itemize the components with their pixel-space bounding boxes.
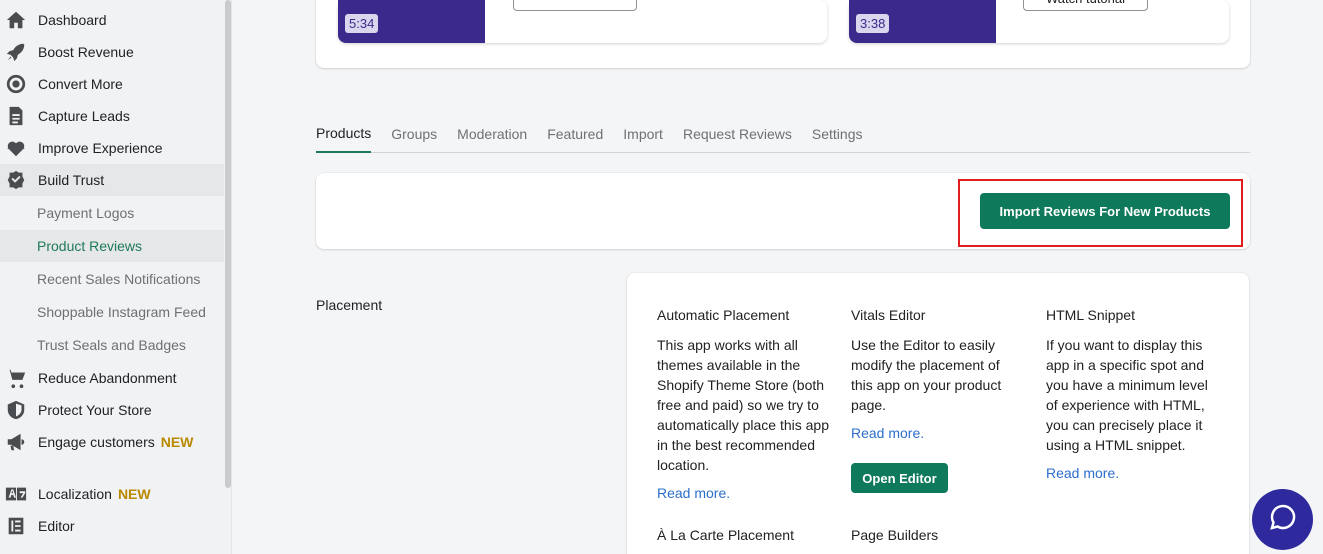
video-button[interactable] — [513, 0, 637, 11]
video-thumbnail[interactable]: 5:34 — [338, 0, 485, 43]
sidebar-item-build-trust[interactable]: Build Trust — [0, 164, 224, 196]
highlight-annotation — [958, 179, 1243, 247]
video-thumbnail[interactable]: 3:38 — [849, 0, 996, 43]
tab-featured[interactable]: Featured — [547, 118, 603, 153]
tab-request-reviews[interactable]: Request Reviews — [683, 118, 792, 153]
sidebar-item-editor[interactable]: Editor — [0, 510, 224, 542]
sidebar-subitem-label: Recent Sales Notifications — [37, 271, 201, 287]
sidebar-item-label: Convert More — [38, 76, 123, 92]
read-more-link[interactable]: Read more. — [851, 423, 1021, 443]
video-section: 5:34 3:38 Watch tutorial — [316, 0, 1250, 68]
sidebar-subitem-label: Product Reviews — [37, 238, 143, 254]
video-card[interactable]: 5:34 — [338, 0, 827, 43]
sidebar-item-engage-customers[interactable]: Engage customers NEW — [0, 426, 224, 458]
sidebar-item-protect-store[interactable]: Protect Your Store — [0, 394, 224, 426]
sidebar-item-label: Capture Leads — [38, 108, 130, 124]
sidebar-item-label: Dashboard — [38, 12, 107, 28]
tab-bar: Products Groups Moderation Featured Impo… — [316, 118, 1250, 153]
watch-tutorial-button[interactable]: Watch tutorial — [1023, 0, 1148, 11]
video-duration: 5:34 — [345, 14, 379, 33]
sidebar-item-label: Improve Experience — [38, 140, 163, 156]
editor-icon — [0, 515, 38, 537]
sidebar-item-improve-experience[interactable]: Improve Experience — [0, 132, 224, 164]
target-icon — [0, 73, 38, 95]
tab-settings[interactable]: Settings — [812, 118, 863, 153]
sidebar-item-convert-more[interactable]: Convert More — [0, 68, 224, 100]
translate-icon — [0, 483, 38, 505]
html-snippet-column: HTML Snippet If you want to display this… — [1046, 305, 1216, 483]
column-body: If you want to display this app in a spe… — [1046, 337, 1208, 453]
automatic-placement-column: Automatic Placement This app works with … — [657, 305, 833, 503]
sidebar-item-label: Build Trust — [38, 172, 105, 188]
new-badge: NEW — [117, 486, 151, 502]
column-body: Use the Editor to easily modify the plac… — [851, 337, 1002, 413]
open-editor-button[interactable]: Open Editor — [851, 463, 948, 493]
sidebar-subitem-trust-seals[interactable]: Trust Seals and Badges — [0, 329, 224, 361]
rocket-icon — [0, 41, 38, 63]
sidebar-item-boost-revenue[interactable]: Boost Revenue — [0, 36, 224, 68]
sidebar-item-label: Reduce Abandonment — [38, 370, 177, 386]
video-duration: 3:38 — [856, 14, 890, 33]
column-title: HTML Snippet — [1046, 307, 1135, 323]
shield-icon — [0, 399, 38, 421]
sidebar-item-reduce-abandonment[interactable]: Reduce Abandonment — [0, 362, 224, 394]
sidebar-subitem-label: Shoppable Instagram Feed — [37, 304, 206, 320]
home-icon — [0, 9, 38, 31]
cart-icon — [0, 367, 38, 389]
megaphone-icon — [0, 431, 38, 453]
document-icon — [0, 105, 38, 127]
sidebar-subitem-label: Payment Logos — [37, 205, 135, 221]
column-body: This app works with all themes available… — [657, 337, 829, 473]
new-badge: NEW — [160, 434, 194, 450]
column-title: Automatic Placement — [657, 307, 790, 323]
sidebar-item-label: Protect Your Store — [38, 402, 152, 418]
verified-badge-icon — [0, 169, 38, 191]
chat-support-button[interactable] — [1252, 489, 1313, 550]
placement-label: Placement — [316, 297, 383, 313]
heartbeat-icon — [0, 137, 38, 159]
read-more-link[interactable]: Read more. — [657, 483, 833, 503]
sidebar-item-label: Engage customers — [38, 434, 155, 450]
sidebar-subitem-payment-logos[interactable]: Payment Logos — [0, 197, 224, 229]
chat-icon — [1269, 503, 1297, 536]
video-card[interactable]: 3:38 Watch tutorial — [849, 0, 1229, 43]
sidebar-subitem-recent-sales[interactable]: Recent Sales Notifications — [0, 263, 224, 295]
tab-products[interactable]: Products — [316, 118, 372, 153]
sidebar-subitem-product-reviews[interactable]: Product Reviews — [0, 230, 224, 262]
sidebar-subitem-label: Trust Seals and Badges — [37, 337, 186, 353]
sidebar-item-localization[interactable]: Localization NEW — [0, 478, 224, 510]
sidebar: Dashboard Boost Revenue Convert More Cap… — [0, 0, 232, 554]
sidebar-item-dashboard[interactable]: Dashboard — [0, 4, 224, 36]
a-la-carte-title: À La Carte Placement — [657, 527, 794, 543]
sidebar-item-label: Editor — [38, 518, 75, 534]
sidebar-item-label: Boost Revenue — [38, 44, 134, 60]
page-builders-title: Page Builders — [851, 527, 939, 543]
sidebar-scrollbar[interactable] — [225, 0, 231, 488]
sidebar-item-capture-leads[interactable]: Capture Leads — [0, 100, 224, 132]
read-more-link[interactable]: Read more. — [1046, 463, 1216, 483]
tab-moderation[interactable]: Moderation — [457, 118, 527, 153]
vitals-editor-column: Vitals Editor Use the Editor to easily m… — [851, 305, 1021, 443]
column-title: Vitals Editor — [851, 307, 926, 323]
sidebar-item-label: Localization — [38, 486, 112, 502]
sidebar-subitem-instagram-feed[interactable]: Shoppable Instagram Feed — [0, 296, 224, 328]
tab-import[interactable]: Import — [623, 118, 663, 153]
tab-groups[interactable]: Groups — [391, 118, 437, 153]
